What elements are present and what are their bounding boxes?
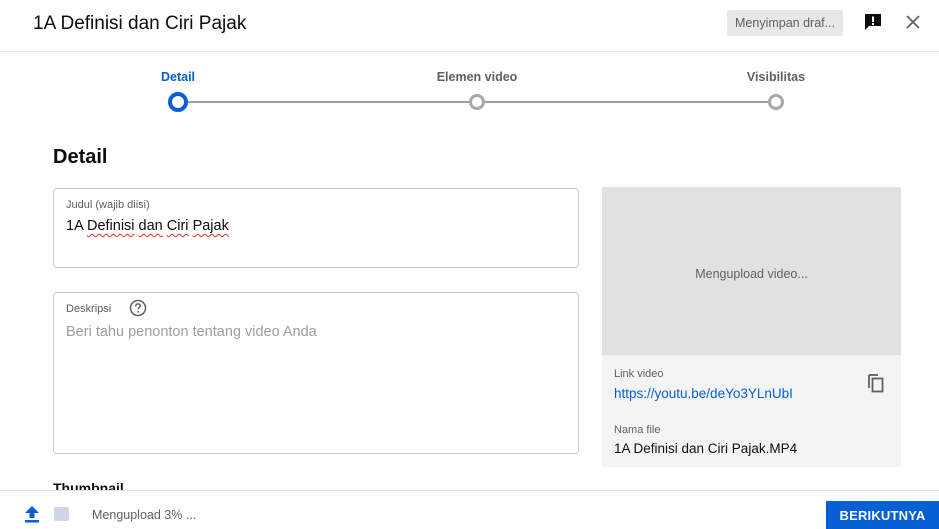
title-field-label: Judul (wajib diisi) <box>66 199 150 211</box>
step-visibility-dot[interactable] <box>768 94 784 110</box>
section-title: Detail <box>53 146 108 168</box>
hd-processing-icon <box>54 507 69 521</box>
upload-icon <box>25 506 39 523</box>
title-text: Definisi <box>86 218 135 234</box>
video-preview-card: Mengupload video... Link video https://y… <box>602 187 901 467</box>
title-text: dan <box>138 218 163 234</box>
dialog-header: 1A Definisi dan Ciri Pajak Menyimpan dra… <box>0 0 939 52</box>
filename-value: 1A Definisi dan Ciri Pajak.MP4 <box>614 441 798 456</box>
close-icon[interactable] <box>903 12 923 32</box>
description-field-label: Deskripsi <box>66 303 112 315</box>
next-button[interactable]: BERIKUTNYA <box>826 501 939 529</box>
dialog-title: 1A Definisi dan Ciri Pajak <box>33 13 247 34</box>
step-connector <box>188 101 469 103</box>
step-video-elements-label[interactable]: Elemen video <box>437 70 518 84</box>
title-input[interactable]: 1A Definisi dan Ciri Pajak <box>66 218 229 234</box>
step-video-elements-dot[interactable] <box>469 94 485 110</box>
draft-status-badge: Menyimpan draf... <box>727 10 844 36</box>
copy-icon[interactable] <box>864 371 888 395</box>
step-detail-label[interactable]: Detail <box>161 70 195 84</box>
dialog-footer: Mengupload 3% ... BERIKUTNYA <box>0 490 939 529</box>
title-text: Ciri <box>166 218 189 234</box>
description-placeholder: Beri tahu penonton tentang video Anda <box>66 324 317 340</box>
help-icon[interactable] <box>129 299 147 317</box>
filename-label: Nama file <box>614 424 661 436</box>
step-visibility-label[interactable]: Visibilitas <box>747 70 805 84</box>
step-connector <box>485 101 768 103</box>
step-detail-dot[interactable] <box>168 92 188 112</box>
upload-status: Mengupload 3% ... <box>92 508 197 522</box>
video-link[interactable]: https://youtu.be/deYo3YLnUbI <box>614 386 793 401</box>
video-preview: Mengupload video... <box>602 187 901 355</box>
preview-status: Mengupload video... <box>695 267 808 281</box>
title-text: 1A <box>66 218 87 234</box>
title-text: Pajak <box>192 218 229 234</box>
description-field[interactable]: Deskripsi Beri tahu penonton tentang vid… <box>53 292 579 454</box>
title-field[interactable]: Judul (wajib diisi) 1A Definisi dan Ciri… <box>53 188 579 268</box>
upload-stepper: Detail Elemen video Visibilitas <box>0 52 939 122</box>
video-link-label: Link video <box>614 368 664 380</box>
feedback-icon[interactable] <box>863 12 883 32</box>
